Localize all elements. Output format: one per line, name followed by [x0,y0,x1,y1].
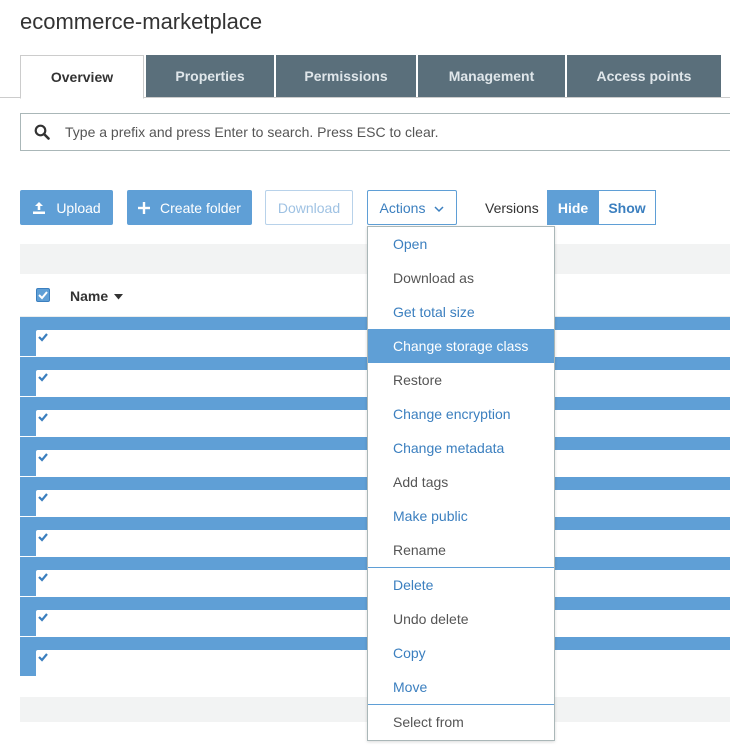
show-label: Show [608,199,646,216]
folder-open-icon [70,449,88,468]
versions-label: Versions [485,200,539,216]
check-icon [38,413,48,422]
folder-name[interactable]: orders [102,528,142,544]
select-all-checkbox[interactable] [36,288,50,302]
folder-name[interactable]: sellers [102,648,142,664]
upload-label: Upload [56,199,101,216]
menu-item-make-public[interactable]: Make public [368,499,554,533]
create-folder-label: Create folder [160,199,241,216]
menu-item-get-total-size[interactable]: Get total size [368,295,554,329]
upload-icon [32,201,46,215]
menu-item-change-encryption[interactable]: Change encryption [368,397,554,431]
actions-menu: Open Download as Get total size Change stor… [367,226,555,741]
check-icon [38,533,48,542]
create-folder-button[interactable]: Create folder [127,190,252,225]
menu-item-delete[interactable]: Delete [368,568,554,602]
menu-item-select-from[interactable]: Select from [368,705,554,739]
folder-open-icon [70,329,88,348]
download-label: Download [277,199,341,216]
folder-name[interactable]: geolocation [102,368,174,384]
search-input[interactable] [65,124,705,140]
check-icon [38,613,48,622]
tab-properties[interactable]: Properties [146,55,274,97]
menu-divider [368,567,554,568]
tab-label: Overview [50,69,114,85]
menu-item-move[interactable]: Move [368,670,554,704]
menu-item-copy[interactable]: Copy [368,636,554,670]
tab-overview[interactable]: Overview [20,55,144,99]
sort-down-icon [112,288,124,304]
folder-open-icon [70,569,88,588]
folder-name[interactable]: order_reviews [102,488,190,504]
chevron-down-icon [434,200,444,216]
folder-open-icon [70,529,88,548]
upload-button[interactable]: Upload [20,190,113,225]
folder-name[interactable]: order_payments [102,448,203,464]
tab-label: Access points [596,68,692,84]
tab-management[interactable]: Management [418,55,565,97]
tab-label: Permissions [304,68,388,84]
download-button[interactable]: Download [265,190,353,225]
search-icon [34,124,50,140]
check-icon [38,493,48,502]
tab-access-points[interactable]: Access points [567,55,721,97]
folder-open-icon [70,409,88,428]
menu-item-change-storage-class[interactable]: Change storage class [368,329,554,363]
tab-label: Properties [175,68,245,84]
name-header-label: Name [70,288,109,304]
page-title: ecommerce-marketplace [20,9,263,34]
folder-open-icon [70,609,88,628]
menu-item-restore[interactable]: Restore [368,363,554,397]
menu-item-change-metadata[interactable]: Change metadata [368,431,554,465]
hide-label: Hide [557,199,589,216]
search-bar [20,113,730,151]
actions-button[interactable]: Actions [367,190,457,225]
menu-item-rename[interactable]: Rename [368,533,554,567]
folder-open-icon [70,489,88,508]
menu-item-undo-delete[interactable]: Undo delete [368,602,554,636]
check-icon [38,291,48,300]
check-icon [38,333,48,342]
tab-permissions[interactable]: Permissions [276,55,416,97]
menu-divider [368,704,554,705]
folder-name[interactable]: customers [102,328,167,344]
show-versions-button[interactable]: Show [599,190,656,225]
menu-item-download-as[interactable]: Download as [368,261,554,295]
folder-name[interactable]: prod_cat_name_translation [102,568,272,584]
check-icon [38,573,48,582]
check-icon [38,373,48,382]
menu-item-add-tags[interactable]: Add tags [368,465,554,499]
plus-icon [138,201,151,214]
folder-open-icon [70,649,88,668]
check-icon [38,653,48,662]
folder-open-icon [70,369,88,388]
actions-label: Actions [379,199,426,216]
menu-item-open[interactable]: Open [368,227,554,261]
hide-versions-button[interactable]: Hide [547,190,599,225]
tab-label: Management [448,68,535,84]
folder-name[interactable]: order_items [102,408,176,424]
check-icon [38,453,48,462]
name-column-header[interactable]: Name [70,288,124,304]
folder-name[interactable]: products [102,608,156,624]
